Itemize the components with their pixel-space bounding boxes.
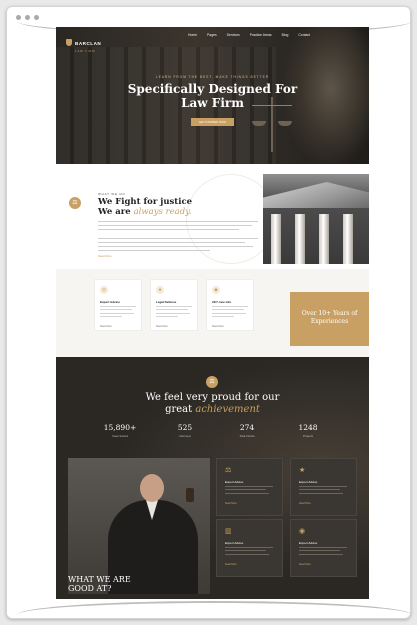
feature-card-read-more[interactable]: Read More — [212, 325, 224, 328]
about-paragraph — [98, 221, 258, 254]
service-card-title: Expert Advice — [299, 480, 318, 484]
hero-kicker: LEARN FROM THE BEST, MAKE THINGS BETTER — [155, 75, 270, 79]
experience-badge: Over 10+ Years of Experiences — [290, 292, 369, 346]
about-title-line1: We Fight for justice — [98, 197, 193, 207]
service-card-title: Expert Advice — [225, 541, 244, 545]
briefcase-icon: ◆ — [212, 286, 220, 294]
feature-card-title: 24/7 care info — [212, 300, 232, 304]
stat-attorneys: 525 Attorneys — [155, 423, 215, 438]
stat-label: Attorneys — [179, 434, 191, 438]
courthouse-image — [263, 174, 369, 264]
logo[interactable]: BARCLAN LAW FIRM — [66, 32, 101, 53]
what-we-are-good-at-heading: WHAT WE ARE GOOD AT? — [68, 575, 131, 593]
stat-number: 1248 — [298, 423, 318, 432]
stat-number: 525 — [177, 423, 193, 432]
logo-text: BARCLAN — [75, 41, 102, 46]
achievement-section: ⚖ We feel very proud for our great achie… — [56, 357, 369, 599]
badge-icon: ◉ — [299, 528, 306, 535]
get-started-button[interactable]: GET STARTED NOW — [191, 118, 234, 126]
about-title: We Fight for justice We are always ready… — [98, 197, 192, 217]
about-kicker: WHAT WE DO — [98, 192, 126, 196]
stat-label: Case Solved — [112, 434, 128, 438]
feature-card-read-more[interactable]: Read More — [156, 325, 168, 328]
service-card[interactable]: ◉ Expert Advice Read More — [290, 519, 357, 577]
nav-services[interactable]: Services — [227, 33, 240, 37]
scale-icon: ⚖ — [69, 197, 81, 209]
about-title-accent: always ready. — [133, 207, 192, 217]
nav-home[interactable]: Home — [188, 33, 197, 37]
feature-card-read-more[interactable]: Read More — [100, 325, 112, 328]
service-card-read-more[interactable]: Read More — [225, 563, 237, 566]
star-icon: ★ — [299, 467, 306, 474]
feature-card[interactable]: ★ Legal Defense Read More — [150, 279, 198, 331]
service-card-title: Expert Advice — [299, 541, 318, 545]
handshake-icon: ⚖ — [100, 286, 108, 294]
stat-label: Total Clients — [239, 434, 255, 438]
lawyer-photo — [68, 458, 210, 594]
achievement-title: We feel very proud for our great achieve… — [96, 392, 329, 416]
window-dot[interactable] — [34, 15, 39, 20]
achievement-title-accent: achievement — [195, 404, 260, 415]
service-card[interactable]: ★ Expert Advice Read More — [290, 458, 357, 516]
nav-practice-areas[interactable]: Practice Areas — [250, 33, 272, 37]
nav-blog[interactable]: Blog — [282, 33, 289, 37]
achievement-title-line1: We feel very proud for our — [145, 392, 280, 403]
about-read-more-link[interactable]: Read More — [98, 254, 112, 258]
stat-clients: 274 Total Clients — [217, 423, 277, 438]
stat-cases: 15,890+ Case Solved — [90, 423, 150, 438]
window-controls — [16, 15, 39, 20]
feature-card[interactable]: ◆ 24/7 care info Read More — [206, 279, 254, 331]
feature-card-title: Expert Advice — [100, 300, 120, 304]
nav-pages[interactable]: Pages — [207, 33, 217, 37]
service-card-read-more[interactable]: Read More — [299, 502, 311, 505]
shield-icon — [66, 39, 72, 46]
feature-card-title: Legal Defense — [156, 300, 177, 304]
stat-number: 15,890+ — [103, 423, 137, 432]
service-card[interactable]: ⚖ Expert Advice Read More — [216, 458, 283, 516]
scale-icon: ⚖ — [225, 467, 232, 474]
building-icon: ▥ — [225, 528, 232, 535]
feature-card[interactable]: ⚖ Expert Advice Read More — [94, 279, 142, 331]
logo-subtitle: LAW FIRM — [75, 50, 96, 53]
lawyer-head — [140, 474, 164, 502]
scale-icon — [252, 97, 292, 152]
page-curl-bottom — [17, 601, 412, 615]
about-title-prefix: We are — [98, 207, 131, 217]
scale-icon: ⚖ — [206, 376, 218, 388]
main-nav: Home Pages Services Practice Areas Blog … — [188, 33, 310, 37]
service-card-title: Expert Advice — [225, 480, 244, 484]
service-card-read-more[interactable]: Read More — [299, 563, 311, 566]
achievement-title-prefix: great — [165, 404, 193, 415]
stat-label: Projects — [302, 434, 314, 438]
hero-section: BARCLAN LAW FIRM Home Pages Services Pra… — [56, 27, 369, 164]
window-dot[interactable] — [16, 15, 21, 20]
service-card[interactable]: ▥ Expert Advice Read More — [216, 519, 283, 577]
stat-number: 274 — [239, 423, 255, 432]
stat-projects: 1248 Projects — [278, 423, 338, 438]
gavel-icon — [186, 488, 194, 502]
website-preview: BARCLAN LAW FIRM Home Pages Services Pra… — [56, 27, 369, 599]
star-icon: ★ — [156, 286, 164, 294]
nav-contact[interactable]: Contact — [298, 33, 310, 37]
window-dot[interactable] — [25, 15, 30, 20]
service-card-read-more[interactable]: Read More — [225, 502, 237, 505]
